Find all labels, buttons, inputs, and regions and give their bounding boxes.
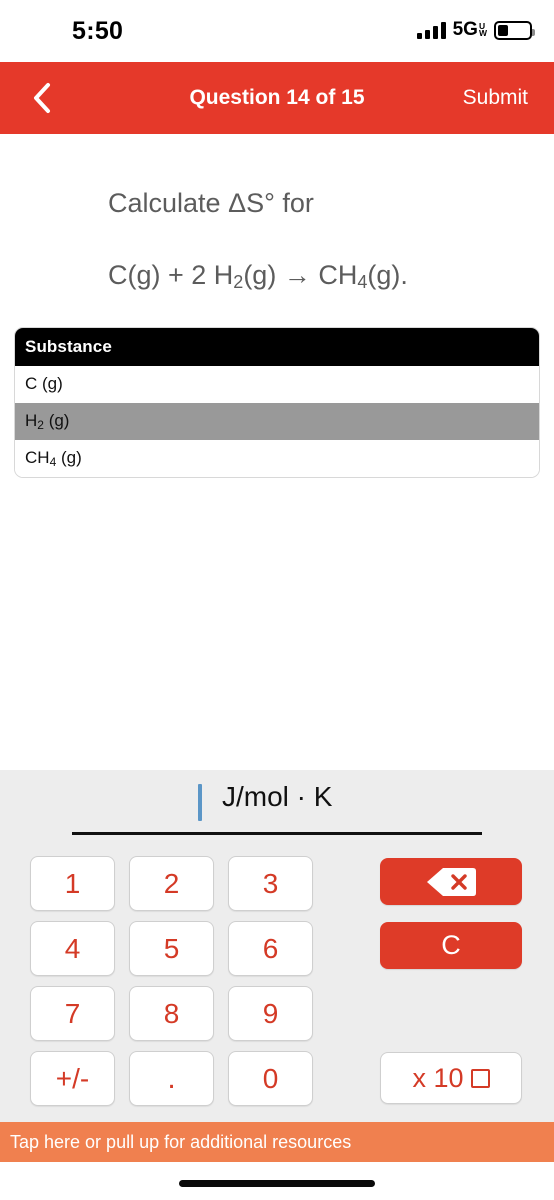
substance-name: CH [25,448,50,467]
equation-part-3: (g). [367,260,408,290]
answer-input-underline [72,832,482,835]
network-type-label: 5G U W [453,19,487,41]
battery-nub [532,28,535,36]
exponent-button[interactable]: x 10 [380,1052,522,1104]
substance-state: (g) [56,448,82,467]
key-sign[interactable]: +/- [30,1051,115,1106]
substance-state: (g) [43,411,70,430]
phone-screen: 5:50 5G U W Question 14 of 15 Submit Cal… [0,0,554,1200]
equation-part-2: (g) → CH [243,260,358,290]
numeric-keypad-panel: J/mol · K 1 2 3 4 5 6 7 8 9 +/- . 0 C x … [0,770,554,1122]
text-cursor [198,784,202,821]
table-row[interactable]: H2 (g) [15,403,539,440]
navigation-bar: Question 14 of 15 Submit [0,62,554,134]
empty-square-icon [470,1068,490,1088]
keypad-keys: 1 2 3 4 5 6 7 8 9 +/- . 0 C x 10 [0,848,554,1120]
network-uw-badge: U W [478,22,487,38]
key-7[interactable]: 7 [30,986,115,1041]
additional-resources-bar[interactable]: Tap here or pull up for additional resou… [0,1122,554,1162]
substance-table: Substance C (g) H2 (g) CH4 (g) [14,327,540,478]
substance-name: C (g) [25,374,63,393]
question-equation: C(g) + 2 H2(g) → CH4(g). [108,260,408,293]
answer-unit-label: J/mol · K [222,781,333,812]
key-3[interactable]: 3 [228,856,313,911]
battery-icon [494,20,535,40]
substance-name: H [25,411,38,430]
battery-fill [498,24,508,36]
key-0[interactable]: 0 [228,1051,313,1106]
table-row[interactable]: CH4 (g) [15,440,539,477]
equation-part-1: C(g) + 2 H [108,260,234,290]
backspace-delete-icon [427,867,476,896]
key-9[interactable]: 9 [228,986,313,1041]
key-2[interactable]: 2 [129,856,214,911]
home-indicator[interactable] [179,1180,375,1187]
equation-subscript-1: 2 [233,272,244,292]
question-prompt: Calculate ΔS° for [108,188,314,218]
key-decimal[interactable]: . [129,1051,214,1106]
backspace-button[interactable] [380,858,522,905]
status-bar: 5:50 5G U W [0,0,554,62]
question-content: Calculate ΔS° for C(g) + 2 H2(g) → CH4(g… [0,134,554,770]
answer-input-area[interactable]: J/mol · K [0,770,554,848]
status-time: 5:50 [72,17,124,45]
table-row[interactable]: C (g) [15,366,539,403]
table-header-substance: Substance [15,328,539,366]
network-sub-bottom: W [478,27,487,38]
key-6[interactable]: 6 [228,921,313,976]
key-5[interactable]: 5 [129,921,214,976]
status-indicators: 5G U W [416,16,535,44]
key-8[interactable]: 8 [129,986,214,1041]
key-1[interactable]: 1 [30,856,115,911]
key-4[interactable]: 4 [30,921,115,976]
network-label-text: 5G [452,19,478,40]
submit-button[interactable]: Submit [463,86,528,110]
exponent-label: x 10 [412,1062,464,1093]
clear-button[interactable]: C [380,922,522,969]
substance-subscript: 2 [37,418,44,432]
cellular-signal-icon [416,21,446,39]
resources-bar-label: Tap here or pull up for additional resou… [10,1131,352,1152]
equation-subscript-2: 4 [357,272,368,292]
